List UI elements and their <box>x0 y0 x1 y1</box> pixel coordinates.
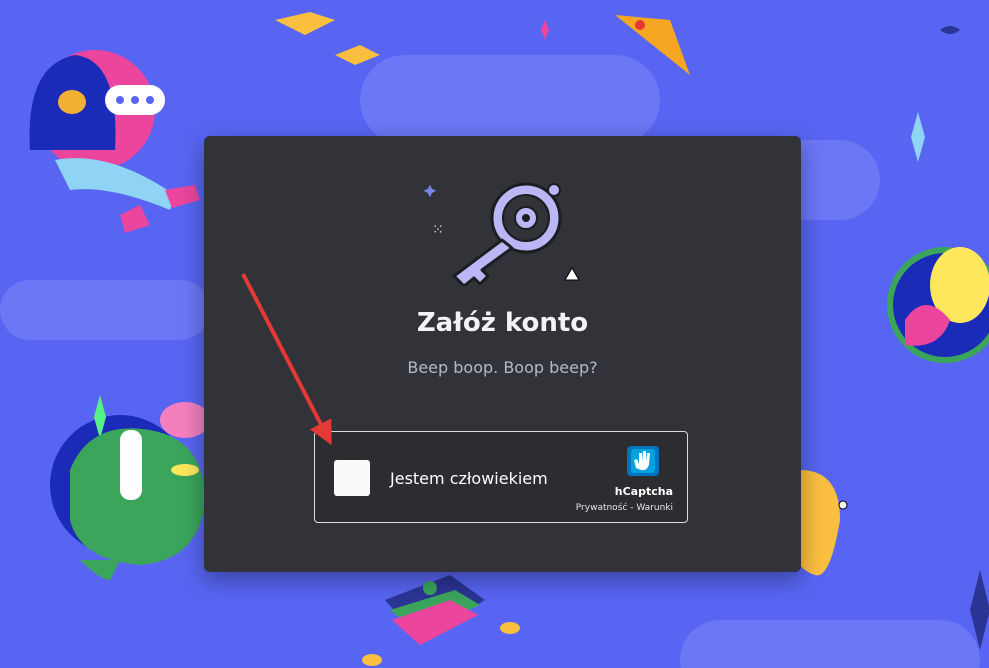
terms-link[interactable]: Warunki <box>636 503 673 513</box>
links-separator: - <box>627 503 637 513</box>
privacy-link[interactable]: Prywatność <box>576 503 628 513</box>
svg-text:⁙: ⁙ <box>432 222 444 238</box>
hcaptcha-brand: hCaptcha <box>614 485 673 498</box>
signup-modal: ⁙ Załóż konto Beep boop. Boop beep? Jest… <box>204 136 801 572</box>
hcaptcha-hand-icon <box>627 446 659 476</box>
human-verification-checkbox[interactable] <box>334 460 370 496</box>
page-subtitle: Beep boop. Boop beep? <box>407 358 598 377</box>
page-title: Załóż konto <box>416 308 589 338</box>
hcaptcha-widget: Jestem człowiekiem hCaptcha Prywatność -… <box>314 431 688 523</box>
key-icon: ⁙ <box>423 182 580 286</box>
captcha-legal-links: Prywatność - Warunki <box>576 503 673 513</box>
captcha-label: Jestem człowiekiem <box>390 469 548 488</box>
